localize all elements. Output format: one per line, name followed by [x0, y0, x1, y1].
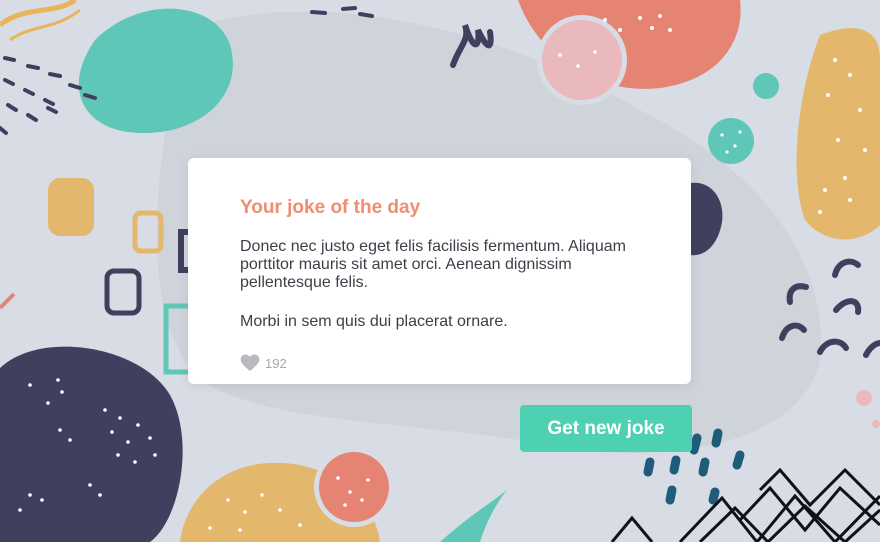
like-counter: 192	[240, 354, 287, 372]
get-new-joke-button[interactable]: Get new joke	[520, 405, 692, 452]
joke-paragraph-1: Donec nec justo eget felis facilisis fer…	[240, 238, 626, 291]
card-title: Your joke of the day	[240, 197, 421, 218]
heart-icon[interactable]	[240, 354, 260, 372]
like-count: 192	[265, 355, 287, 371]
joke-paragraph-2: Morbi in sem quis dui placerat ornare.	[240, 313, 508, 330]
joke-text: Donec nec justo eget felis facilisis fer…	[240, 238, 660, 352]
joke-card: Your joke of the day Donec nec justo ege…	[188, 158, 691, 384]
